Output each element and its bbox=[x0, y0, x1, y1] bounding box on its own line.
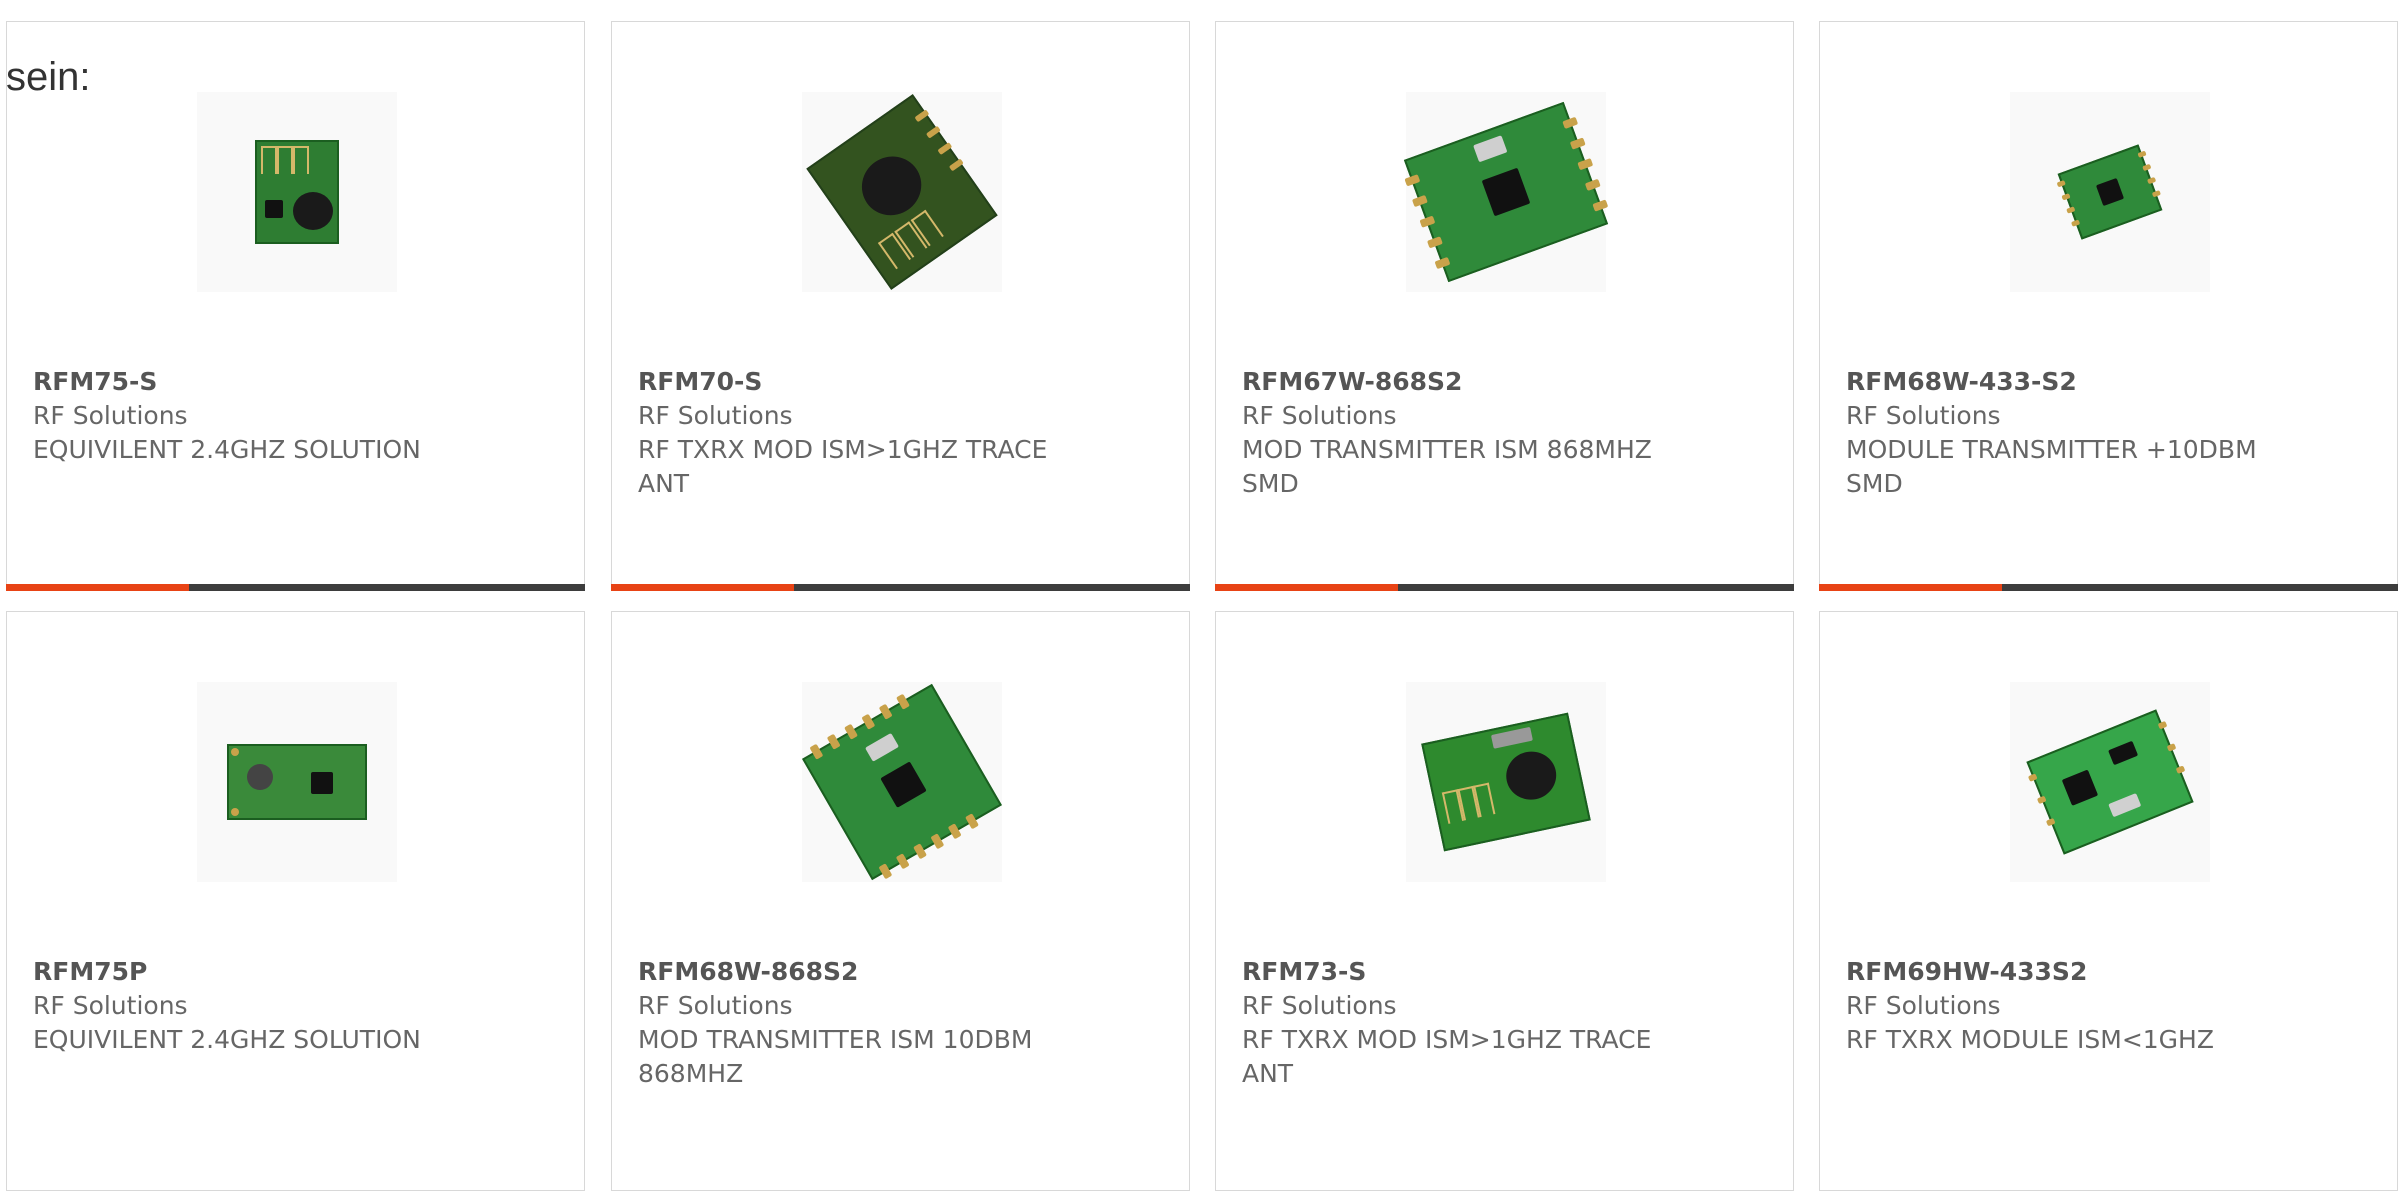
manufacturer: RF Solutions bbox=[1242, 991, 1397, 1020]
part-number[interactable]: RFM67W-868S2 bbox=[1242, 365, 1773, 399]
part-number[interactable]: RFM68W-868S2 bbox=[638, 955, 1169, 989]
manufacturer: RF Solutions bbox=[1846, 401, 2001, 430]
card-bottom-bar bbox=[1819, 584, 2398, 591]
description: RF TXRX MODULE ISM<1GHZ bbox=[1846, 1025, 2214, 1054]
product-image[interactable] bbox=[802, 92, 1002, 292]
manufacturer: RF Solutions bbox=[638, 401, 793, 430]
product-image[interactable] bbox=[2010, 682, 2210, 882]
product-card[interactable]: RFM67W-868S2 RF Solutions MOD TRANSMITTE… bbox=[1215, 21, 1794, 591]
part-number[interactable]: RFM68W-433-S2 bbox=[1846, 365, 2377, 399]
manufacturer: RF Solutions bbox=[1242, 401, 1397, 430]
manufacturer: RF Solutions bbox=[638, 991, 793, 1020]
description: MOD TRANSMITTER ISM 868MHZ SMD bbox=[1242, 435, 1652, 498]
rf-module-small-icon bbox=[255, 140, 339, 244]
rf-module-trace-antenna-icon bbox=[806, 94, 998, 290]
product-card[interactable]: RFM75P RF Solutions EQUIVILENT 2.4GHZ SO… bbox=[6, 611, 585, 1191]
rf-module-trace-antenna-icon bbox=[1421, 712, 1591, 852]
product-card[interactable]: RFM75-S RF Solutions EQUIVILENT 2.4GHZ S… bbox=[6, 21, 585, 591]
product-image[interactable] bbox=[1403, 92, 1609, 292]
manufacturer: RF Solutions bbox=[33, 401, 188, 430]
description: MODULE TRANSMITTER +10DBM SMD bbox=[1846, 435, 2257, 498]
product-card[interactable]: RFM68W-868S2 RF Solutions MOD TRANSMITTE… bbox=[611, 611, 1190, 1191]
product-card[interactable]: RFM68W-433-S2 RF Solutions MODULE TRANSM… bbox=[1819, 21, 2398, 591]
product-image[interactable] bbox=[197, 92, 397, 292]
rf-module-smd-icon bbox=[1403, 101, 1609, 283]
card-bottom-bar bbox=[611, 584, 1190, 591]
description: RF TXRX MOD ISM>1GHZ TRACE ANT bbox=[1242, 1025, 1652, 1088]
manufacturer: RF Solutions bbox=[33, 991, 188, 1020]
description: EQUIVILENT 2.4GHZ SOLUTION bbox=[33, 435, 421, 464]
rf-module-pcb-icon bbox=[227, 744, 367, 820]
part-number[interactable]: RFM70-S bbox=[638, 365, 1169, 399]
product-card[interactable]: RFM73-S RF Solutions RF TXRX MOD ISM>1GH… bbox=[1215, 611, 1794, 1191]
description: EQUIVILENT 2.4GHZ SOLUTION bbox=[33, 1025, 421, 1054]
rf-module-smd-icon bbox=[802, 683, 1002, 881]
manufacturer: RF Solutions bbox=[1846, 991, 2001, 1020]
product-card[interactable]: RFM69HW-433S2 RF Solutions RF TXRX MODUL… bbox=[1819, 611, 2398, 1191]
rf-module-smd-icon bbox=[2026, 709, 2194, 855]
product-image[interactable] bbox=[2010, 92, 2210, 292]
part-number[interactable]: RFM69HW-433S2 bbox=[1846, 955, 2377, 989]
product-image[interactable] bbox=[802, 682, 1002, 882]
part-number[interactable]: RFM75P bbox=[33, 955, 564, 989]
card-bottom-bar bbox=[6, 584, 585, 591]
part-number[interactable]: RFM75-S bbox=[33, 365, 564, 399]
description: MOD TRANSMITTER ISM 10DBM 868MHZ bbox=[638, 1025, 1033, 1088]
product-card[interactable]: RFM70-S RF Solutions RF TXRX MOD ISM>1GH… bbox=[611, 21, 1190, 591]
product-image[interactable] bbox=[1406, 682, 1606, 882]
part-number[interactable]: RFM73-S bbox=[1242, 955, 1773, 989]
rf-module-smd-small-icon bbox=[2056, 144, 2163, 240]
card-bottom-bar bbox=[1215, 584, 1794, 591]
product-image[interactable] bbox=[197, 682, 397, 882]
description: RF TXRX MOD ISM>1GHZ TRACE ANT bbox=[638, 435, 1048, 498]
section-heading: sein: bbox=[6, 55, 91, 99]
